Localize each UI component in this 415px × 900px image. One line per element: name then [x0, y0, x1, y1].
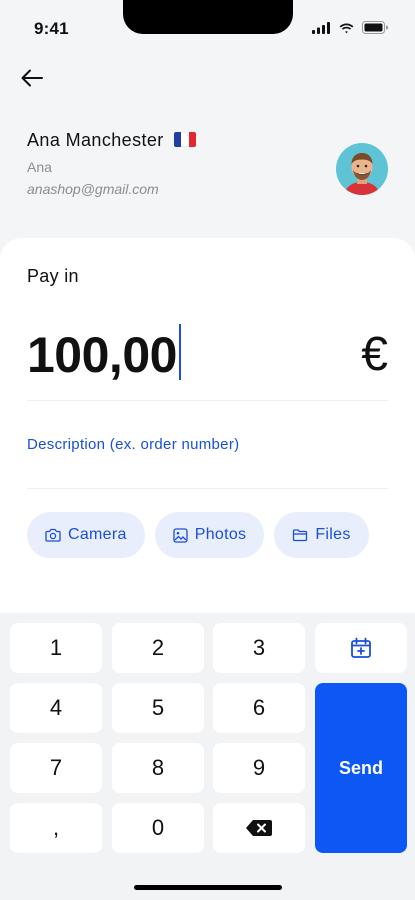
- attachment-options: Camera Photos Files: [27, 512, 369, 558]
- camera-button[interactable]: Camera: [27, 512, 145, 558]
- backspace-button[interactable]: [213, 803, 305, 853]
- numeric-keypad: 1 2 3 4 5 6 7 8 9 , 0 Send: [0, 613, 415, 900]
- signal-icon: [312, 21, 330, 34]
- backspace-icon: [246, 820, 272, 836]
- payment-card: Pay in 100,00 € Description (ex. order n…: [0, 238, 415, 628]
- wifi-icon: [339, 23, 354, 33]
- divider: [27, 488, 388, 489]
- key-9[interactable]: 9: [213, 743, 305, 793]
- home-indicator[interactable]: [134, 885, 282, 890]
- camera-label: Camera: [68, 526, 127, 543]
- key-1[interactable]: 1: [10, 623, 102, 673]
- description-input[interactable]: Description (ex. order number): [27, 436, 239, 453]
- avatar: [336, 143, 388, 195]
- key-7[interactable]: 7: [10, 743, 102, 793]
- key-8[interactable]: 8: [112, 743, 204, 793]
- key-comma[interactable]: ,: [10, 803, 102, 853]
- files-button[interactable]: Files: [274, 512, 369, 558]
- photos-button[interactable]: Photos: [154, 512, 265, 558]
- folder-icon: [293, 529, 308, 542]
- device-notch: [123, 0, 293, 34]
- key-4[interactable]: 4: [10, 683, 102, 733]
- key-0[interactable]: 0: [112, 803, 204, 853]
- files-label: Files: [315, 526, 351, 543]
- pay-in-label: Pay in: [27, 266, 79, 286]
- arrow-left-icon: [21, 69, 43, 87]
- france-flag-icon: [174, 132, 197, 147]
- key-5[interactable]: 5: [112, 683, 204, 733]
- currency-symbol[interactable]: €: [361, 322, 388, 388]
- recipient-name-row: Ana Manchester: [27, 130, 387, 151]
- amount-field[interactable]: 100,00 €: [27, 322, 388, 388]
- status-bar: 9:41: [0, 0, 415, 50]
- avatar-photo: [336, 143, 388, 195]
- recipient-email: anashop@gmail.com: [27, 181, 159, 197]
- divider: [27, 400, 388, 401]
- image-icon: [173, 527, 188, 543]
- recipient-info: Ana Manchester Ana anashop@gmail.com: [27, 130, 387, 197]
- key-3[interactable]: 3: [213, 623, 305, 673]
- amount-input[interactable]: 100,00: [27, 322, 181, 388]
- photos-label: Photos: [194, 526, 247, 543]
- recipient-name: Ana Manchester: [27, 130, 164, 150]
- text-caret: [178, 324, 181, 380]
- recipient-nickname: Ana: [27, 159, 52, 175]
- key-6[interactable]: 6: [213, 683, 305, 733]
- battery-icon: [362, 21, 388, 34]
- schedule-button[interactable]: [315, 623, 407, 673]
- camera-icon: [45, 528, 61, 542]
- calendar-add-icon: [351, 637, 371, 658]
- status-time: 9:41: [34, 19, 69, 38]
- key-2[interactable]: 2: [112, 623, 204, 673]
- send-button[interactable]: Send: [315, 683, 407, 853]
- status-icons: [312, 21, 389, 34]
- amount-value: 100,00: [27, 327, 177, 383]
- back-button[interactable]: [16, 62, 48, 94]
